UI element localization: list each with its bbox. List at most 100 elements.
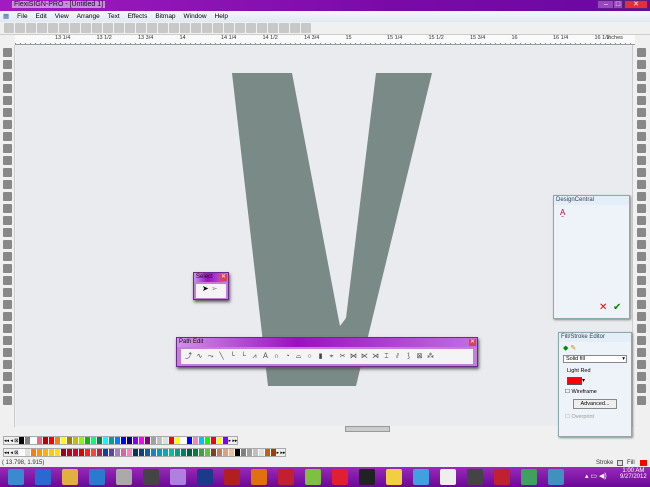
taskbar-app-icon[interactable] — [521, 469, 537, 485]
path-edit-tool-icon[interactable]: ∿ — [194, 351, 205, 362]
path-edit-tool-icon[interactable]: ⌖ — [326, 351, 337, 362]
select-arrow-icon[interactable]: ➤ — [202, 284, 209, 293]
tool-icon[interactable] — [637, 384, 646, 393]
tool-icon[interactable] — [637, 276, 646, 285]
fill-swatch[interactable] — [640, 460, 647, 466]
toolbar-button-icon[interactable] — [92, 23, 102, 33]
toolbar-button-icon[interactable] — [169, 23, 179, 33]
toolbar-button-icon[interactable] — [70, 23, 80, 33]
toolbar-button-icon[interactable] — [15, 23, 25, 33]
taskbar-app-icon[interactable] — [116, 469, 132, 485]
menu-window[interactable]: Window — [181, 12, 210, 21]
color-picker[interactable]: ▾ — [567, 377, 623, 385]
path-edit-tool-icon[interactable]: ⫽ — [392, 351, 403, 362]
path-edit-tool-icon[interactable]: ⟆ — [403, 351, 414, 362]
palette-scroll-left-icon[interactable]: ◂◂ ◂ ⊠ — [4, 450, 19, 456]
drawing-canvas[interactable] — [16, 46, 632, 426]
toolbar-button-icon[interactable] — [4, 23, 14, 33]
palette-scroll-right-icon[interactable]: ▸ ▸▸ — [277, 450, 286, 456]
path-edit-tool-icon[interactable]: Ａ — [260, 351, 271, 362]
path-edit-tool-icon[interactable]: ╰ — [227, 351, 238, 362]
taskbar-app-icon[interactable] — [197, 469, 213, 485]
tool-icon[interactable] — [2, 336, 12, 345]
tool-icon[interactable] — [637, 336, 646, 345]
path-edit-tool-icon[interactable]: ⌶ — [381, 351, 392, 362]
toolbar-button-icon[interactable] — [48, 23, 58, 33]
tool-icon[interactable] — [2, 120, 12, 129]
taskbar-app-icon[interactable] — [332, 469, 348, 485]
toolbar-button-icon[interactable] — [279, 23, 289, 33]
toolbar-button-icon[interactable] — [202, 23, 212, 33]
tool-icon[interactable] — [2, 324, 12, 333]
path-edit-tool-icon[interactable]: ⋈ — [348, 351, 359, 362]
tool-icon[interactable] — [637, 168, 646, 177]
tool-icon[interactable] — [2, 300, 12, 309]
tool-icon[interactable] — [637, 240, 646, 249]
toolbar-button-icon[interactable] — [246, 23, 256, 33]
letter-v-shape[interactable] — [16, 46, 632, 426]
tool-icon[interactable] — [2, 216, 12, 225]
close-button[interactable]: ✕ — [624, 0, 648, 9]
color-palette-2[interactable]: ◂◂ ◂ ⊠ ▸ ▸▸ — [3, 448, 287, 457]
taskbar-app-icon[interactable] — [359, 469, 375, 485]
toolbar-button-icon[interactable] — [158, 23, 168, 33]
path-edit-tool-icon[interactable]: ⋉ — [359, 351, 370, 362]
tool-icon[interactable] — [637, 360, 646, 369]
menu-help[interactable]: Help — [212, 12, 231, 21]
toolbar-button-icon[interactable] — [290, 23, 300, 33]
tool-icon[interactable] — [2, 252, 12, 261]
toolbar-button-icon[interactable] — [37, 23, 47, 33]
taskbar-app-icon[interactable] — [62, 469, 78, 485]
tool-icon[interactable] — [637, 96, 646, 105]
taskbar-app-icon[interactable] — [386, 469, 402, 485]
tool-icon[interactable] — [2, 396, 12, 405]
taskbar-app-icon[interactable] — [251, 469, 267, 485]
node-select-arrow-icon[interactable]: ➢ — [211, 284, 218, 293]
tool-icon[interactable] — [2, 372, 12, 381]
advanced-button[interactable]: Advanced... — [573, 399, 617, 409]
ok-button[interactable]: ✔ — [613, 302, 621, 313]
menu-edit[interactable]: Edit — [33, 12, 50, 21]
menu-arrange[interactable]: Arrange — [74, 12, 103, 21]
path-edit-tool-icon[interactable]: ◔ — [282, 351, 293, 362]
taskbar-app-icon[interactable] — [89, 469, 105, 485]
taskbar-app-icon[interactable] — [305, 469, 321, 485]
tool-icon[interactable] — [2, 144, 12, 153]
palette-scroll-left-icon[interactable]: ◂◂ ◂ ⊠ — [4, 438, 19, 444]
fill-type-select[interactable]: Solid fill ▾ — [563, 355, 627, 363]
path-edit-tool-icon[interactable]: ╲ — [216, 351, 227, 362]
toolbar-button-icon[interactable] — [213, 23, 223, 33]
toolbar-button-icon[interactable] — [136, 23, 146, 33]
path-edit-tool-icon[interactable]: ∩ — [271, 351, 282, 362]
tool-icon[interactable] — [637, 60, 646, 69]
maximize-button[interactable]: □ — [613, 0, 623, 9]
toolbar-button-icon[interactable] — [191, 23, 201, 33]
tool-icon[interactable] — [2, 228, 12, 237]
taskbar-app-icon[interactable] — [440, 469, 456, 485]
stroke-tab-icon[interactable]: ✎ — [570, 345, 576, 352]
taskbar-app-icon[interactable] — [278, 469, 294, 485]
fill-tab-icon[interactable]: ◆ — [563, 345, 568, 352]
path-edit-tool-icon[interactable]: ⊠ — [414, 351, 425, 362]
tool-icon[interactable] — [637, 312, 646, 321]
wireframe-checkbox[interactable]: ☐ Wireframe — [565, 389, 625, 395]
tool-icon[interactable] — [2, 156, 12, 165]
path-edit-tool-icon[interactable]: ○ — [304, 351, 315, 362]
tool-icon[interactable] — [637, 348, 646, 357]
tool-icon[interactable] — [637, 372, 646, 381]
tool-icon[interactable] — [2, 72, 12, 81]
tool-icon[interactable] — [637, 300, 646, 309]
tool-icon[interactable] — [2, 204, 12, 213]
tool-icon[interactable] — [2, 264, 12, 273]
path-edit-tool-icon[interactable]: ⩘ — [249, 351, 260, 362]
tool-icon[interactable] — [637, 48, 646, 57]
path-edit-tool-icon[interactable]: ⌓ — [293, 351, 304, 362]
tool-icon[interactable] — [2, 312, 12, 321]
tool-icon[interactable] — [637, 216, 646, 225]
palette-scroll-right-icon[interactable]: ▸ ▸▸ — [229, 438, 238, 444]
tool-icon[interactable] — [2, 108, 12, 117]
tool-icon[interactable] — [2, 384, 12, 393]
tray-clock[interactable]: 1:00 AM 9/27/2012 — [620, 468, 647, 480]
close-icon[interactable]: ✕ — [469, 339, 476, 346]
toolbar-button-icon[interactable] — [257, 23, 267, 33]
